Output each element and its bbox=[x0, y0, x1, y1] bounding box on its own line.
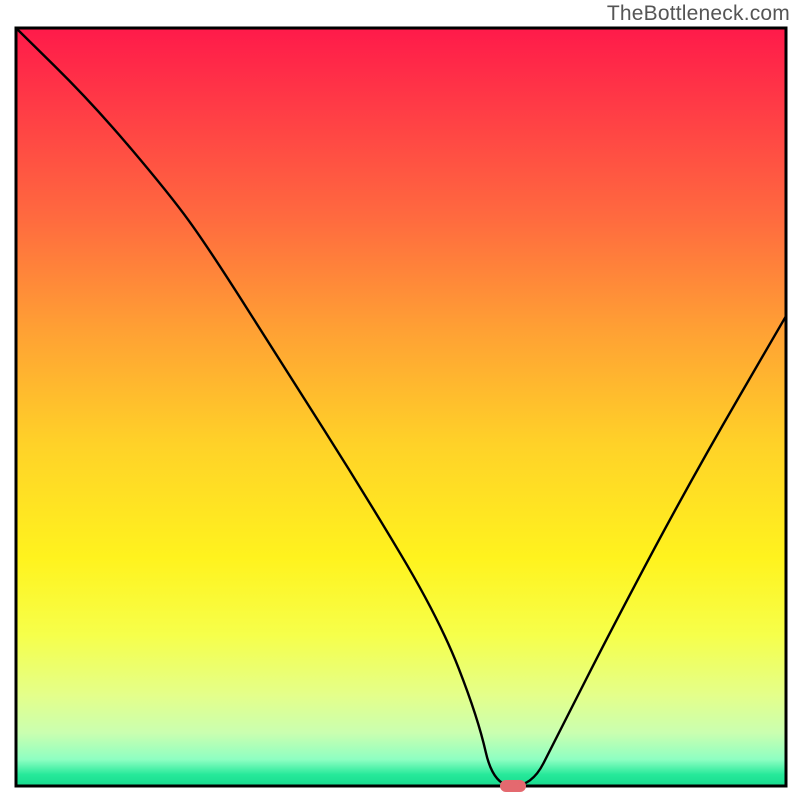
bottleneck-chart-svg bbox=[0, 0, 800, 800]
chart-container: TheBottleneck.com bbox=[0, 0, 800, 800]
optimum-marker bbox=[500, 780, 526, 792]
watermark-text: TheBottleneck.com bbox=[607, 2, 790, 26]
